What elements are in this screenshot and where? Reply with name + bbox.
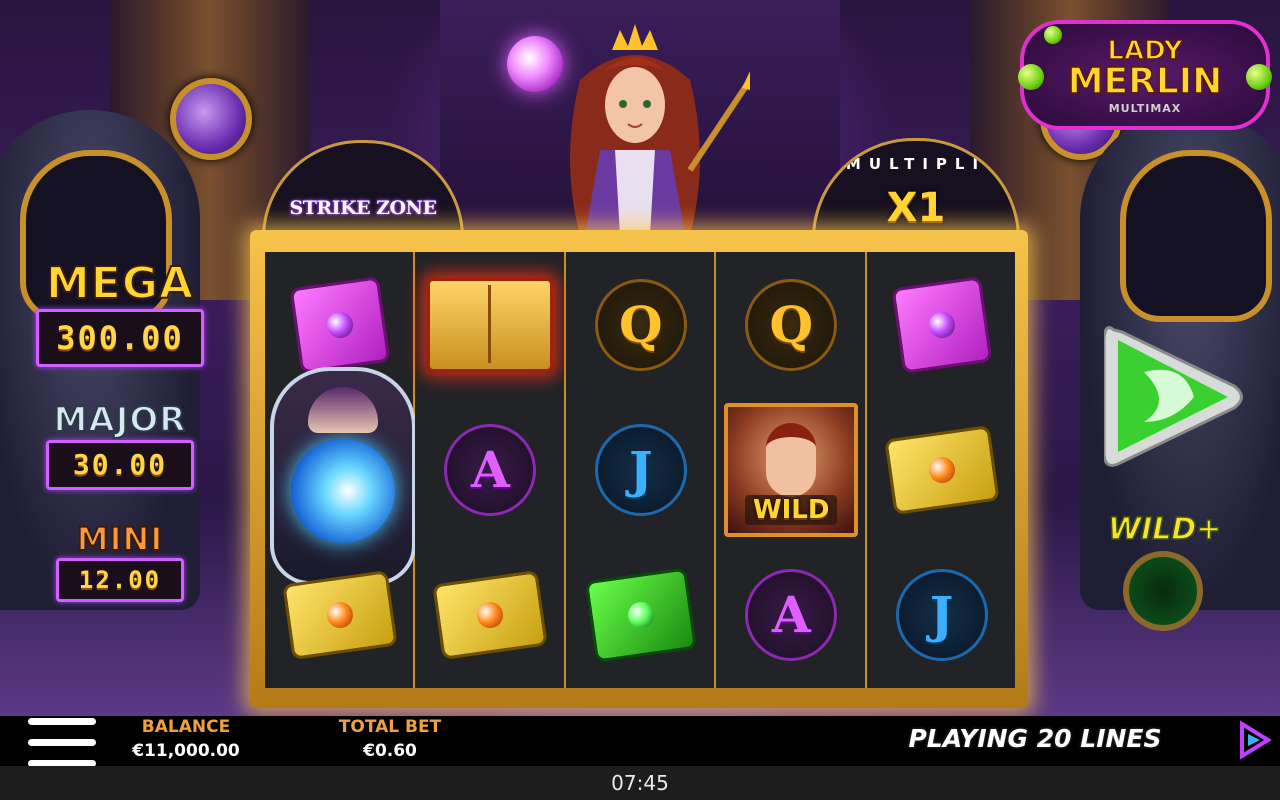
symbol-q: Q <box>716 252 866 397</box>
spin-button[interactable] <box>1104 322 1244 472</box>
jackpot-mega: MEGA 300.00 <box>30 257 210 367</box>
reel-1 <box>265 252 416 688</box>
total-bet-value: €0.60 <box>363 741 417 761</box>
jackpot-major-name: MAJOR <box>53 399 187 441</box>
jackpot-mega-value: 300.00 <box>36 309 204 367</box>
symbol-pink-book <box>867 252 1017 397</box>
jackpot-mini-name: MINI <box>76 519 164 559</box>
game-scene: STRIKE ZONE MULTIPLI X1 A Q J Q WILD A J… <box>0 0 1280 716</box>
balance-value: €11,000.00 <box>132 741 240 761</box>
reel-2: A <box>415 252 566 688</box>
symbol-wild: WILD <box>716 397 866 542</box>
jackpot-major-value: 30.00 <box>46 440 194 490</box>
jackpot-mega-name: MEGA <box>45 257 194 310</box>
symbol-yellow-book <box>867 397 1017 542</box>
logo-line-2: MERLIN <box>1067 61 1223 102</box>
reel-5: J <box>866 252 1017 688</box>
pillar-orb <box>170 78 252 160</box>
menu-button[interactable] <box>28 718 96 768</box>
symbol-j: J <box>566 397 716 542</box>
reel-3: Q J <box>565 252 717 688</box>
wild-plus-label: WILD+ <box>1107 511 1222 548</box>
jackpot-mini-value: 12.00 <box>56 558 184 602</box>
symbol-yellow-book <box>415 542 565 687</box>
jackpot-mini: MINI 12.00 <box>50 519 190 602</box>
paylines-text: PLAYING 20 LINES <box>908 724 1162 753</box>
wild-plus-gauge <box>1123 551 1203 631</box>
symbol-green-book <box>566 542 716 687</box>
multiplier-ring-text: MULTIPLI <box>845 155 987 173</box>
wild-label: WILD <box>744 494 838 525</box>
reel-grid: A Q J Q WILD A J <box>265 252 1017 688</box>
strike-zone-label: STRIKE ZONE <box>289 197 437 219</box>
symbol-a: A <box>716 542 866 687</box>
jackpot-major: MAJOR 30.00 <box>40 399 200 490</box>
symbol-q: Q <box>566 252 716 397</box>
balance-display: BALANCE €11,000.00 <box>116 716 256 761</box>
symbol-yellow-book <box>265 542 415 687</box>
symbol-a: A <box>415 397 565 542</box>
reel-4: Q WILD A <box>716 252 867 688</box>
balance-label: BALANCE <box>141 717 231 737</box>
clock: 07:45 <box>0 766 1280 800</box>
provider-logo-icon <box>1240 720 1272 760</box>
total-bet-label: TOTAL BET <box>338 717 442 737</box>
logo-line-3: MULTIMAX <box>1108 102 1182 115</box>
multiplier-value: X1 <box>886 185 946 231</box>
symbol-golden-open-book <box>415 252 565 397</box>
lady-merlin-character <box>570 24 750 235</box>
wild-plus-feature: WILD+ <box>1107 511 1222 662</box>
total-bet-display[interactable]: TOTAL BET €0.60 <box>320 716 460 761</box>
game-logo: LADY MERLIN MULTIMAX <box>1018 20 1272 130</box>
symbol-j: J <box>867 542 1017 687</box>
bottom-bar: BALANCE €11,000.00 TOTAL BET €0.60 PLAYI… <box>0 716 1280 768</box>
